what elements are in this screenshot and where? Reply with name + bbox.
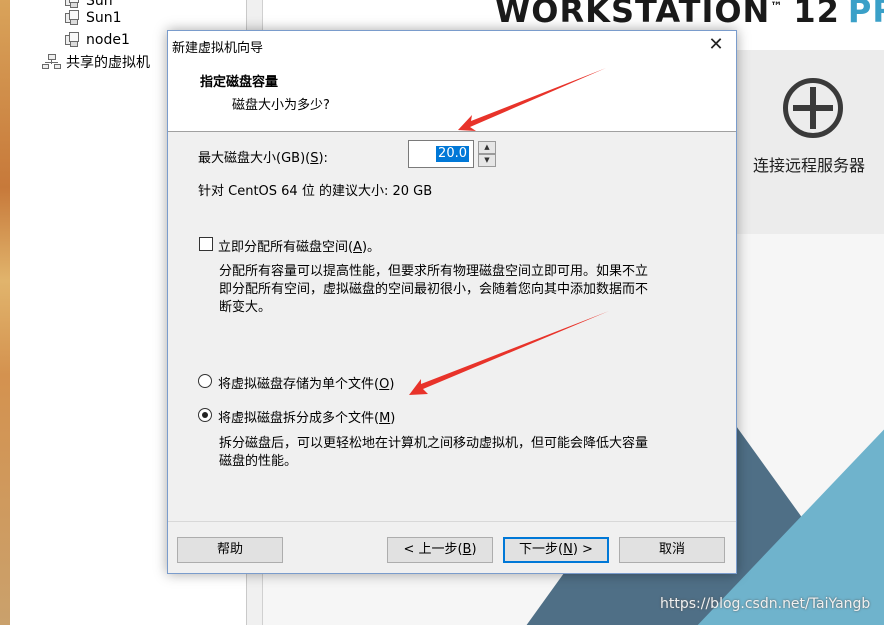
vm-icon <box>64 32 80 48</box>
max-disk-size-value: 20.0 <box>436 146 469 162</box>
vm-icon <box>64 10 80 26</box>
access-key: N <box>563 542 573 557</box>
tree-item-label: node1 <box>86 32 130 48</box>
new-vm-wizard-dialog: 新建虚拟机向导 ✕ 指定磁盘容量 磁盘大小为多少? 最大磁盘大小(GB)(S):… <box>167 30 737 574</box>
access-key: M <box>379 411 391 426</box>
tree-item-label: Sun1 <box>86 10 122 26</box>
cancel-button[interactable]: 取消 <box>619 537 725 563</box>
description-line: 拆分磁盘后，可以更轻松地在计算机之间移动虚拟机，但可能会降低大容量 <box>219 436 649 451</box>
store-single-file-radio[interactable] <box>198 374 212 388</box>
dialog-title: 新建虚拟机向导 <box>172 41 264 56</box>
brand-tm: ™ <box>770 0 784 14</box>
button-text: 下一步( <box>519 542 564 557</box>
tree-item-node1[interactable]: node1 <box>64 30 130 50</box>
access-key: A <box>353 240 362 255</box>
next-button[interactable]: 下一步(N) > <box>503 537 609 563</box>
description-line: 断变大。 <box>219 300 272 315</box>
label-text: ) <box>390 411 396 426</box>
label-text: )。 <box>361 240 381 255</box>
split-description: 拆分磁盘后，可以更轻松地在计算机之间移动虚拟机，但可能会降低大容量 磁盘的性能。 <box>219 435 648 471</box>
tree-item-label: 共享的虚拟机 <box>66 55 150 71</box>
button-bar-divider <box>168 521 736 522</box>
step-title: 指定磁盘容量 <box>200 75 279 90</box>
recommended-size-text: 针对 CentOS 64 位 的建议大小: 20 GB <box>198 184 433 199</box>
brand-word: WORKSTATION <box>495 0 771 30</box>
button-text: < 上一步( <box>403 542 463 557</box>
watermark: https://blog.csdn.net/TaiYangb <box>660 596 871 612</box>
wizard-header: 指定磁盘容量 磁盘大小为多少? <box>168 61 736 132</box>
split-multiple-files-label[interactable]: 将虚拟磁盘拆分成多个文件(M) <box>218 407 395 426</box>
button-text: ) > <box>572 542 593 557</box>
step-subtitle: 磁盘大小为多少? <box>232 98 330 113</box>
spin-up-icon[interactable]: ▲ <box>478 141 496 154</box>
dialog-titlebar[interactable]: 新建虚拟机向导 ✕ <box>168 31 736 61</box>
max-disk-size-label: 最大磁盘大小(GB)(S): <box>198 147 328 166</box>
product-brand: WORKSTATION™ 12PR <box>495 0 884 30</box>
help-button[interactable]: 帮助 <box>177 537 283 563</box>
description-line: 分配所有容量可以提高性能，但要求所有物理磁盘空间立即可用。如果不立 <box>219 264 649 279</box>
tree-item-shared-vms[interactable]: 共享的虚拟机 <box>42 52 150 72</box>
close-icon[interactable]: ✕ <box>706 35 726 55</box>
allocate-all-checkbox[interactable] <box>199 237 213 251</box>
access-key: O <box>379 377 390 392</box>
allocate-all-label[interactable]: 立即分配所有磁盘空间(A)。 <box>218 236 380 255</box>
size-spinner[interactable]: ▲ ▼ <box>478 141 496 167</box>
brand-edition: PR <box>847 0 884 30</box>
connect-remote-icon <box>783 78 843 138</box>
brand-version: 12 <box>793 0 840 30</box>
label-text: 将虚拟磁盘存储为单个文件( <box>218 377 380 392</box>
description-line: 即分配所有空间，虚拟磁盘的空间最初很小，会随着您向其中添加数据而不 <box>219 282 649 297</box>
desktop-edge <box>0 0 10 625</box>
tree-item-sun1[interactable]: Sun1 <box>64 8 122 28</box>
store-single-file-label[interactable]: 将虚拟磁盘存储为单个文件(O) <box>218 373 394 392</box>
connect-remote-label: 连接远程服务器 <box>753 156 866 175</box>
button-text: ) <box>471 542 477 557</box>
label-text: 立即分配所有磁盘空间( <box>218 240 354 255</box>
spin-down-icon[interactable]: ▼ <box>478 154 496 167</box>
description-line: 磁盘的性能。 <box>219 454 298 469</box>
label-text: ) <box>389 377 395 392</box>
label-text: 将虚拟磁盘拆分成多个文件( <box>218 411 380 426</box>
label-text: 最大磁盘大小(GB)( <box>198 151 311 166</box>
network-icon <box>42 54 62 70</box>
split-multiple-files-radio[interactable] <box>198 408 212 422</box>
allocate-description: 分配所有容量可以提高性能，但要求所有物理磁盘空间立即可用。如果不立 即分配所有空… <box>219 263 648 317</box>
max-disk-size-input[interactable]: 20.0 <box>408 140 474 168</box>
back-button[interactable]: < 上一步(B) <box>387 537 493 563</box>
label-text: ): <box>318 151 328 166</box>
